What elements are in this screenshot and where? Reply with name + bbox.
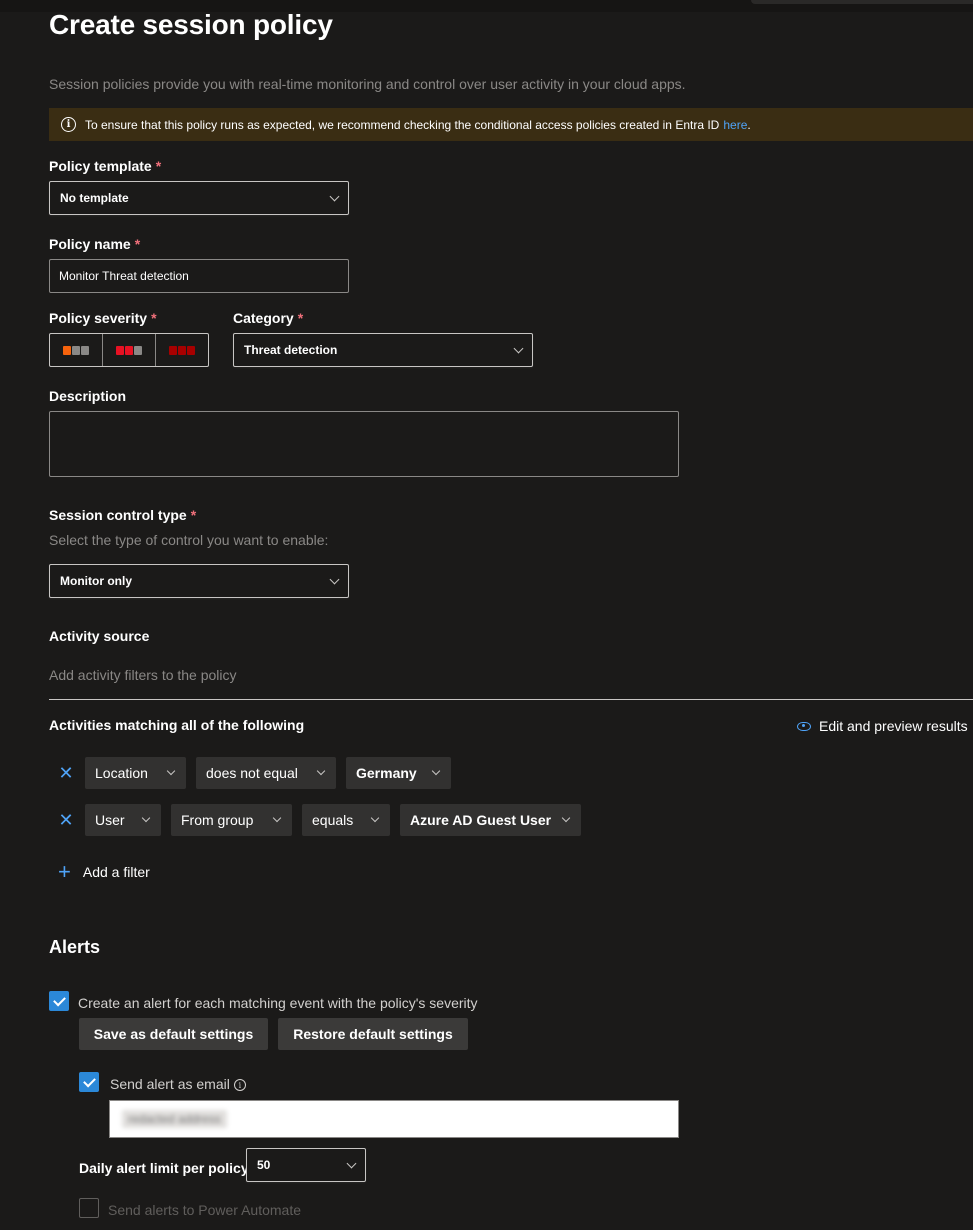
edit-preview-button[interactable]: Edit and preview results	[797, 718, 968, 734]
policy-template-value: No template	[60, 191, 129, 205]
page-subtitle: Session policies provide you with real-t…	[49, 76, 686, 92]
add-filter-label: Add a filter	[82, 864, 150, 880]
chevron-down-icon	[316, 766, 326, 776]
policy-template-label-text: Policy template	[49, 158, 152, 174]
filter-1-operator-dropdown[interactable]: does not equal	[196, 757, 336, 789]
filter-2-sub-value: From group	[181, 812, 254, 828]
chevron-down-icon	[166, 766, 176, 776]
policy-name-value: Monitor Threat detection	[59, 269, 189, 283]
top-tab	[751, 0, 973, 4]
required-mark: *	[190, 507, 197, 523]
filter-2-field-dropdown[interactable]: User	[85, 804, 161, 836]
info-banner: i To ensure that this policy runs as exp…	[49, 108, 973, 141]
filter-2-operator-value: equals	[312, 812, 354, 828]
plus-icon: +	[58, 859, 71, 884]
chevron-down-icon	[561, 813, 571, 823]
filter-2-value: Azure AD Guest User	[410, 812, 552, 828]
create-alert-label: Create an alert for each matching event …	[78, 995, 478, 1011]
email-alert-label-text: Send alert as email	[110, 1076, 230, 1092]
category-label: Category *	[233, 310, 303, 326]
email-input[interactable]: redacted address	[109, 1100, 679, 1138]
chevron-down-icon	[329, 574, 340, 585]
filter-2-field-value: User	[95, 812, 125, 828]
section-divider	[49, 699, 973, 700]
email-alert-label: Send alert as email i	[110, 1076, 246, 1092]
activity-source-helper: Add activity filters to the policy	[49, 667, 237, 683]
filter-1-field-dropdown[interactable]: Location	[85, 757, 186, 789]
filter-1-field-value: Location	[95, 765, 148, 781]
session-control-value: Monitor only	[60, 574, 132, 588]
policy-template-label: Policy template *	[49, 158, 161, 174]
category-dropdown[interactable]: Threat detection	[233, 333, 533, 367]
session-control-label-text: Session control type	[49, 507, 187, 523]
filter-1-value-dropdown[interactable]: Germany	[346, 757, 451, 789]
create-alert-checkbox[interactable]	[49, 991, 69, 1011]
chevron-down-icon	[141, 813, 151, 823]
banner-text: To ensure that this policy runs as expec…	[85, 117, 720, 132]
activity-source-label: Activity source	[49, 628, 150, 644]
daily-limit-value: 50	[257, 1158, 271, 1172]
required-mark: *	[155, 158, 162, 174]
alerts-heading: Alerts	[49, 937, 101, 957]
save-default-button[interactable]: Save as default settings	[79, 1018, 268, 1050]
add-filter-button[interactable]: + Add a filter	[58, 861, 150, 883]
policy-name-input[interactable]: Monitor Threat detection	[49, 259, 349, 293]
power-automate-label: Send alerts to Power Automate	[108, 1202, 301, 1218]
policy-name-label-text: Policy name	[49, 236, 131, 252]
policy-severity-label: Policy severity *	[49, 310, 157, 326]
power-automate-checkbox[interactable]	[79, 1198, 99, 1218]
close-icon[interactable]: ✕	[58, 764, 74, 782]
description-textarea[interactable]	[49, 411, 679, 477]
chevron-down-icon	[513, 343, 524, 354]
session-control-dropdown[interactable]: Monitor only	[49, 564, 349, 598]
description-label: Description	[49, 388, 127, 404]
required-mark: *	[151, 310, 157, 326]
chevron-down-icon	[346, 1158, 357, 1169]
daily-limit-label: Daily alert limit per policy	[79, 1160, 249, 1176]
edit-preview-label: Edit and preview results	[819, 718, 968, 734]
session-control-helper: Select the type of control you want to e…	[49, 532, 329, 548]
restore-default-button[interactable]: Restore default settings	[278, 1018, 468, 1050]
policy-name-label: Policy name *	[49, 236, 140, 252]
email-alert-checkbox[interactable]	[79, 1072, 99, 1092]
chevron-down-icon	[329, 191, 340, 202]
category-label-text: Category	[233, 310, 294, 326]
filter-2-operator-dropdown[interactable]: equals	[302, 804, 390, 836]
info-icon: i	[233, 1079, 246, 1092]
chevron-down-icon	[431, 766, 441, 776]
eye-icon	[797, 721, 811, 731]
policy-severity-label-text: Policy severity	[49, 310, 148, 326]
severity-low-button[interactable]	[50, 334, 103, 366]
required-mark: *	[297, 310, 304, 326]
severity-medium-button[interactable]	[103, 334, 156, 366]
category-value: Threat detection	[244, 343, 338, 357]
email-value: redacted address	[122, 1110, 227, 1128]
severity-selector	[49, 333, 209, 367]
daily-limit-dropdown[interactable]: 50	[246, 1148, 366, 1182]
activities-matching-label: Activities matching all of the following	[49, 717, 305, 733]
banner-end: .	[747, 117, 751, 132]
policy-template-dropdown[interactable]: No template	[49, 181, 349, 215]
info-icon: i	[61, 117, 76, 132]
chevron-down-icon	[370, 813, 380, 823]
session-control-label: Session control type *	[49, 507, 196, 523]
filter-2-sub-dropdown[interactable]: From group	[171, 804, 292, 836]
filter-1-value: Germany	[356, 765, 417, 781]
filter-2-value-dropdown[interactable]: Azure AD Guest User	[400, 804, 581, 836]
severity-high-button[interactable]	[156, 334, 208, 366]
chevron-down-icon	[272, 813, 282, 823]
banner-here-link[interactable]: here	[723, 118, 747, 132]
required-mark: *	[134, 236, 141, 252]
page-title: Create session policy	[49, 9, 333, 40]
filter-1-operator-value: does not equal	[206, 765, 298, 781]
close-icon[interactable]: ✕	[58, 811, 74, 829]
